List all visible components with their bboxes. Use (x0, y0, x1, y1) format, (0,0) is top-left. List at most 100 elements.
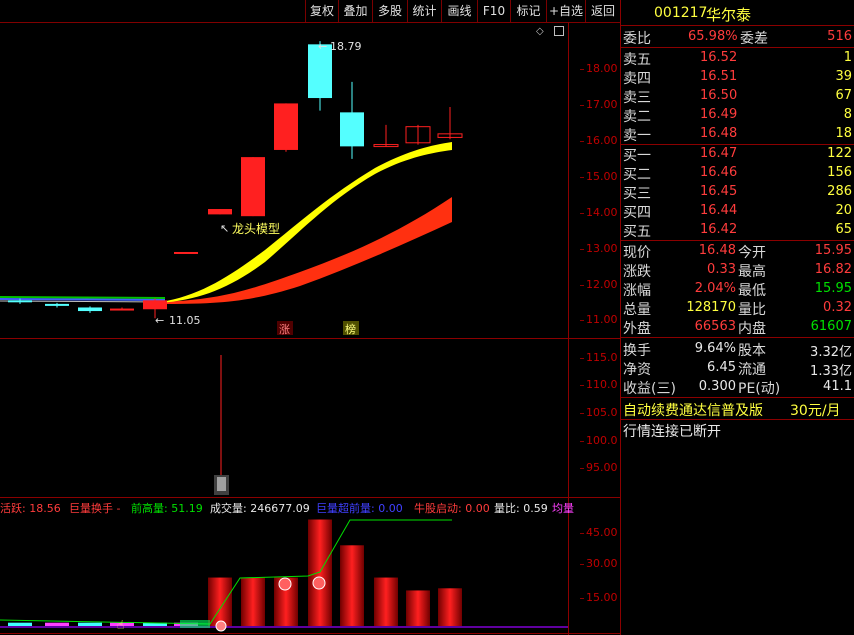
bid-volume: 122 (827, 146, 852, 161)
bid-volume: 156 (827, 165, 852, 180)
bid-volume: 65 (835, 222, 852, 237)
ask-volume: 67 (835, 88, 852, 103)
candle-body (274, 103, 298, 150)
bid-price[interactable]: 16.46 (700, 165, 737, 180)
promo-price[interactable]: 30元/月 (790, 400, 841, 420)
bid-price[interactable]: 16.45 (700, 184, 737, 199)
quote-value: 128170 (686, 300, 736, 315)
volume-chart[interactable]: ☝ (0, 498, 568, 633)
bid-label: 买四 (623, 205, 651, 221)
fund-value: 41.1 (823, 379, 852, 394)
fund-label: 流通 (738, 362, 766, 378)
y-tick: 15.00 (580, 170, 618, 183)
fund-value: 9.64% (694, 341, 736, 356)
fund-value: 1.33亿 (810, 364, 852, 379)
low-price-arrow: ← (155, 314, 164, 327)
candle-body (143, 300, 167, 310)
stock-code: 001217 (654, 5, 708, 21)
volume-bar (438, 588, 462, 627)
y-tick: 17.00 (580, 98, 618, 111)
quote-value: 66563 (694, 319, 736, 334)
quote-label: 现价 (623, 245, 651, 261)
fund-label: PE(动) (738, 381, 781, 397)
volume-bar (374, 577, 398, 627)
candle-body (78, 307, 102, 312)
quote-label: 最高 (738, 264, 766, 280)
multi-stock-button[interactable]: 多股 (372, 0, 407, 22)
bid-label: 买三 (623, 186, 651, 202)
y-tick: 110.0 (580, 378, 618, 391)
y-tick: 14.00 (580, 206, 618, 219)
y-tick: 45.00 (580, 526, 618, 539)
bid-label: 买五 (623, 224, 651, 240)
y-tick: 16.00 (580, 134, 618, 147)
quote-value: 0.33 (707, 262, 736, 277)
ask-price[interactable]: 16.51 (700, 69, 737, 84)
candle-body (110, 308, 134, 311)
chart-toolbar: 复权 叠加 多股 统计 画线 F10 标记 +自选 返回 (0, 0, 620, 23)
quote-label: 内盘 (738, 321, 766, 337)
quote-label: 最低 (738, 283, 766, 299)
candlestick-chart[interactable]: ← 18.79 ← 11.05 ↖ 龙头模型 涨 榜 (0, 22, 568, 338)
fuquan-button[interactable]: 复权 (305, 0, 338, 22)
ask-price[interactable]: 16.49 (700, 107, 737, 122)
bid-label: 买一 (623, 148, 651, 164)
ask-price[interactable]: 16.48 (700, 126, 737, 141)
connection-status: 行情连接已断开 (623, 424, 721, 440)
bid-volume: 20 (835, 203, 852, 218)
quote-value: 16.48 (698, 243, 736, 258)
candle-body (8, 300, 32, 303)
quote-label: 涨跌 (623, 264, 651, 280)
y-tick: 11.00 (580, 313, 618, 326)
back-button[interactable]: 返回 (585, 0, 620, 22)
stock-name: 华尔泰 (706, 6, 752, 24)
pattern-label: 龙头模型 (232, 222, 280, 236)
high-price-value: 18.79 (330, 40, 362, 53)
fund-label: 股本 (738, 343, 766, 359)
candle-body (241, 157, 265, 217)
quote-value: 0.32 (823, 300, 852, 315)
bid-price[interactable]: 16.44 (700, 203, 737, 218)
badge-rank: 榜 (345, 322, 356, 336)
y-tick: 18.00 (580, 62, 618, 75)
ask-price[interactable]: 16.50 (700, 88, 737, 103)
ask-label: 卖一 (623, 128, 651, 144)
ask-price[interactable]: 16.52 (700, 50, 737, 65)
bid-price[interactable]: 16.42 (700, 222, 737, 237)
quote-label: 外盘 (623, 321, 651, 337)
ask-label: 卖五 (623, 52, 651, 68)
fund-label: 净资 (623, 362, 651, 378)
bid-volume: 286 (827, 184, 852, 199)
mark-button[interactable]: 标记 (510, 0, 546, 22)
quote-value: 61607 (810, 319, 852, 334)
fund-value: 0.300 (698, 379, 736, 394)
ask-volume: 39 (835, 69, 852, 84)
f10-button[interactable]: F10 (477, 0, 510, 22)
ask-volume: 8 (843, 107, 852, 122)
low-price-value: 11.05 (169, 314, 201, 327)
promo-text[interactable]: 自动续费通达信普及版 (623, 400, 763, 420)
ma-red-band (160, 197, 452, 304)
ask-volume: 1 (843, 50, 852, 65)
volume-bar (406, 590, 430, 627)
y-tick: 30.00 (580, 557, 618, 570)
quote-value: 15.95 (814, 281, 852, 296)
quote-panel: 001217 华尔泰 委比 65.98% 委差 516 卖五 16.52 1 卖四… (620, 0, 854, 635)
order-diff-value: 516 (827, 29, 852, 44)
statistics-button[interactable]: 统计 (407, 0, 441, 22)
quote-value: 2.04% (694, 281, 736, 296)
badge-up: 涨 (279, 323, 290, 336)
overlay-button[interactable]: 叠加 (338, 0, 372, 22)
order-ratio-value: 65.98% (688, 29, 738, 44)
ask-label: 卖二 (623, 109, 651, 125)
bottom-divider (0, 633, 620, 634)
draw-line-button[interactable]: 画线 (441, 0, 477, 22)
bid-price[interactable]: 16.47 (700, 146, 737, 161)
high-price-label: ← (318, 40, 327, 53)
y-tick: 13.00 (580, 242, 618, 255)
y-tick: 100.0 (580, 434, 618, 447)
add-favorite-button[interactable]: +自选 (546, 0, 585, 22)
fund-value: 3.32亿 (810, 345, 852, 360)
quote-label: 涨幅 (623, 283, 651, 299)
y-tick: 115.0 (580, 351, 618, 364)
